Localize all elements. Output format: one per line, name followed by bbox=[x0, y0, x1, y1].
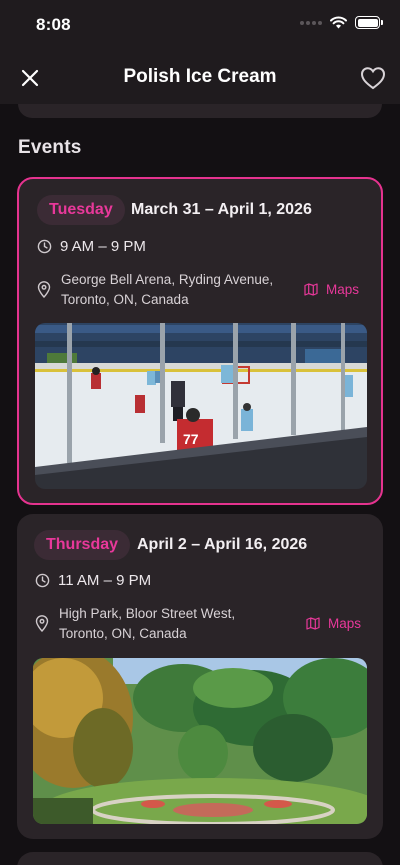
map-icon bbox=[304, 283, 318, 296]
favorite-button[interactable] bbox=[358, 63, 388, 93]
clock-icon bbox=[35, 573, 50, 588]
event-location-row: High Park, Bloor Street West, Toronto, O… bbox=[35, 604, 299, 644]
page-title: Polish Ice Cream bbox=[123, 66, 277, 87]
location-pin-icon bbox=[37, 281, 51, 298]
heart-icon bbox=[360, 67, 386, 90]
maps-label: Maps bbox=[325, 282, 359, 297]
event-time-row: 9 AM – 9 PM bbox=[37, 238, 146, 255]
wifi-icon bbox=[330, 16, 347, 29]
park-garden-photo bbox=[33, 658, 367, 824]
next-card-edge bbox=[17, 852, 383, 865]
battery-icon bbox=[355, 16, 383, 29]
event-date-range: April 2 – April 16, 2026 bbox=[137, 536, 308, 553]
event-day-chip: Thursday bbox=[34, 530, 131, 560]
previous-card-edge bbox=[18, 104, 382, 118]
event-location-line-2: Toronto, ON, Canada bbox=[61, 292, 189, 307]
event-time-row: 11 AM – 9 PM bbox=[35, 572, 151, 589]
event-time: 11 AM – 9 PM bbox=[58, 572, 152, 589]
map-icon bbox=[306, 617, 320, 630]
location-pin-icon bbox=[35, 615, 49, 632]
event-location: George Bell Arena, Ryding Avenue, Toront… bbox=[61, 270, 301, 310]
status-bar: 8:08 bbox=[0, 0, 400, 52]
svg-text:77: 77 bbox=[183, 431, 199, 447]
event-day-chip: Tuesday bbox=[37, 195, 125, 225]
status-time: 8:08 bbox=[36, 15, 71, 34]
navigation-bar: Polish Ice Cream bbox=[0, 52, 400, 104]
event-card[interactable]: Thursday April 2 – April 16, 2026 11 AM … bbox=[17, 514, 383, 839]
event-location-line-2: Toronto, ON, Canada bbox=[59, 626, 187, 641]
event-time: 9 AM – 9 PM bbox=[60, 238, 146, 255]
status-icons bbox=[300, 16, 383, 29]
maps-button[interactable]: Maps bbox=[306, 616, 361, 631]
event-location-line-1: George Bell Arena, Ryding Avenue, bbox=[61, 272, 274, 287]
event-location: High Park, Bloor Street West, Toronto, O… bbox=[59, 604, 299, 644]
event-date-range: March 31 – April 1, 2026 bbox=[131, 201, 312, 218]
ice-hockey-rink-photo: 77 bbox=[35, 323, 367, 489]
event-location-line-1: High Park, Bloor Street West, bbox=[59, 606, 236, 621]
maps-label: Maps bbox=[327, 616, 361, 631]
event-location-row: George Bell Arena, Ryding Avenue, Toront… bbox=[37, 270, 301, 310]
event-card[interactable]: Tuesday March 31 – April 1, 2026 9 AM – … bbox=[17, 177, 383, 505]
events-section-title: Events bbox=[18, 137, 82, 158]
clock-icon bbox=[37, 239, 52, 254]
cellular-signal-icon bbox=[300, 20, 322, 25]
maps-button[interactable]: Maps bbox=[304, 282, 359, 297]
